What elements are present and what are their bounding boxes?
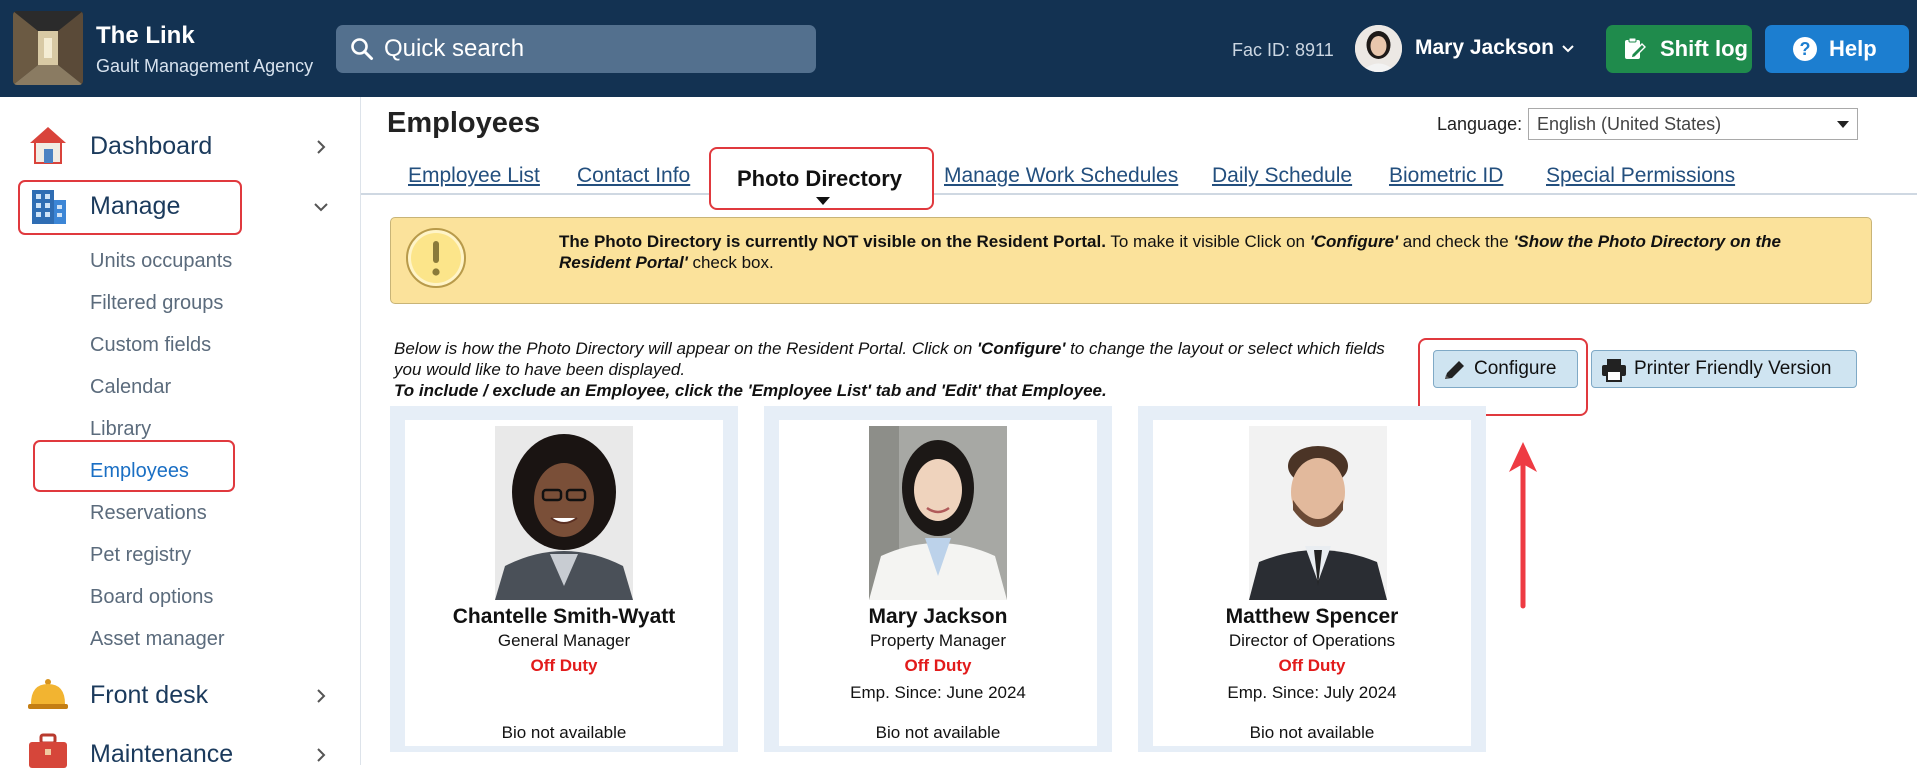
employee-photo xyxy=(869,426,1007,600)
shift-log-button[interactable]: Shift log xyxy=(1606,25,1752,73)
chevron-down-icon[interactable] xyxy=(313,197,329,217)
sidebar-subitem-pet-registry[interactable]: Pet registry xyxy=(90,544,191,567)
employee-role: Property Manager xyxy=(869,631,1007,650)
tab-photo-directory-label: Photo Directory xyxy=(737,166,903,191)
user-avatar[interactable] xyxy=(1355,25,1402,72)
question-icon: ? xyxy=(1793,37,1817,61)
chevron-right-icon[interactable] xyxy=(313,137,329,157)
employee-bio: Bio not available xyxy=(501,723,627,742)
alert-text-1: To make it visible Click on xyxy=(1105,232,1310,251)
employee-name: Matthew Spencer xyxy=(1225,605,1399,628)
sidebar-subitem-custom-fields[interactable]: Custom fields xyxy=(90,334,211,357)
help-label: Help xyxy=(1829,36,1877,61)
tab-contact-info[interactable]: Contact Info xyxy=(577,164,690,188)
tab-photo-directory[interactable]: Photo Directory xyxy=(709,147,934,210)
chevron-right-icon[interactable] xyxy=(313,686,329,706)
page-title: Employees xyxy=(387,107,541,139)
clipboard-edit-icon xyxy=(1625,37,1646,59)
top-bar: The Link Gault Management Agency Quick s… xyxy=(0,0,1917,97)
tab-daily-schedule[interactable]: Daily Schedule xyxy=(1212,164,1352,188)
printer-friendly-label: Printer Friendly Version xyxy=(1634,358,1832,379)
house-icon xyxy=(30,127,66,164)
employee-since: Emp. Since: June 2024 xyxy=(850,683,1026,702)
employee-role: General Manager xyxy=(497,631,631,650)
sidebar-subitem-library[interactable]: Library xyxy=(90,418,151,441)
brand-subtitle: Gault Management Agency xyxy=(96,56,314,76)
employee-bio: Bio not available xyxy=(1249,723,1375,742)
arrow-up-icon xyxy=(1509,442,1537,609)
service-bell-icon xyxy=(28,679,68,709)
building-icon xyxy=(32,190,66,224)
brand-name: The Link xyxy=(96,22,195,49)
employee-card: Chantelle Smith-Wyatt General Manager Of… xyxy=(390,406,738,752)
help-button[interactable]: ? Help xyxy=(1765,25,1909,73)
language-label: Language: xyxy=(1437,114,1523,134)
toolbox-icon xyxy=(29,733,67,768)
chevron-down-icon[interactable] xyxy=(1560,40,1576,56)
tabs-divider xyxy=(361,193,1917,195)
language-value: English (United States) xyxy=(1537,114,1722,134)
printer-icon xyxy=(1602,359,1626,382)
shift-log-label: Shift log xyxy=(1660,36,1748,61)
employee-status: Off Duty xyxy=(1278,656,1346,675)
sidebar-item-dashboard[interactable]: Dashboard xyxy=(90,132,212,161)
sidebar: Dashboard Manage Units occupants Filtere… xyxy=(0,97,361,768)
configure-label: Configure xyxy=(1474,358,1557,379)
pen-icon xyxy=(1445,361,1464,379)
employee-status: Off Duty xyxy=(530,656,598,675)
employee-card: Matthew Spencer Director of Operations O… xyxy=(1138,406,1486,752)
employee-bio: Bio not available xyxy=(875,723,1001,742)
exclamation-icon xyxy=(406,228,466,288)
tab-manage-work-schedules[interactable]: Manage Work Schedules xyxy=(944,164,1178,188)
user-menu[interactable]: Mary Jackson xyxy=(1415,36,1554,60)
printer-friendly-button[interactable]: Printer Friendly Version xyxy=(1591,350,1857,388)
employee-name: Mary Jackson xyxy=(868,605,1008,628)
sidebar-subitem-reservations[interactable]: Reservations xyxy=(90,502,207,525)
sidebar-subitem-filtered-groups[interactable]: Filtered groups xyxy=(90,292,223,315)
employee-role: Director of Operations xyxy=(1228,631,1396,650)
tab-special-permissions[interactable]: Special Permissions xyxy=(1546,164,1735,188)
caret-down-icon xyxy=(1837,121,1849,128)
tab-biometric-id[interactable]: Biometric ID xyxy=(1389,164,1503,188)
chevron-right-icon[interactable] xyxy=(313,745,329,765)
search-icon xyxy=(351,38,373,60)
alert-bold-text: The Photo Directory is currently NOT vis… xyxy=(559,232,1106,251)
alert-message: The Photo Directory is currently NOT vis… xyxy=(559,231,1849,273)
intro-configure-ref: 'Configure' xyxy=(977,339,1066,358)
language-select[interactable]: English (United States) xyxy=(1528,108,1858,140)
search-placeholder: Quick search xyxy=(384,35,525,62)
alert-configure-ref: 'Configure' xyxy=(1309,232,1399,251)
sidebar-subitem-units-occupants[interactable]: Units occupants xyxy=(90,250,232,273)
caret-down-icon xyxy=(816,197,830,205)
employee-since: Emp. Since: July 2024 xyxy=(1227,683,1397,702)
brand-logo[interactable] xyxy=(13,11,83,85)
tab-employee-list[interactable]: Employee List xyxy=(408,164,540,188)
visibility-alert: The Photo Directory is currently NOT vis… xyxy=(390,217,1872,304)
intro-text-1: Below is how the Photo Directory will ap… xyxy=(394,339,978,358)
alert-text-2: and check the xyxy=(1398,232,1514,251)
sidebar-subitem-calendar[interactable]: Calendar xyxy=(90,376,171,399)
sidebar-subitem-board-options[interactable]: Board options xyxy=(90,586,213,609)
employee-photo xyxy=(495,426,633,600)
configure-button[interactable]: Configure xyxy=(1433,350,1578,388)
sidebar-item-front-desk[interactable]: Front desk xyxy=(90,681,208,710)
intro-bold-text: To include / exclude an Employee, click … xyxy=(394,381,1107,400)
sidebar-subitem-asset-manager[interactable]: Asset manager xyxy=(90,628,225,651)
employee-photo xyxy=(1249,426,1387,600)
facility-id: Fac ID: 8911 xyxy=(1232,40,1334,60)
quick-search-input[interactable]: Quick search xyxy=(336,25,816,73)
sidebar-item-manage[interactable]: Manage xyxy=(90,192,180,221)
alert-text-3: check box. xyxy=(687,253,774,272)
employee-card: Mary Jackson Property Manager Off Duty E… xyxy=(764,406,1112,752)
sidebar-subitem-employees[interactable]: Employees xyxy=(90,460,189,483)
employee-name: Chantelle Smith-Wyatt xyxy=(452,605,676,628)
directory-intro: Below is how the Photo Directory will ap… xyxy=(394,338,1414,401)
employee-status: Off Duty xyxy=(904,656,972,675)
